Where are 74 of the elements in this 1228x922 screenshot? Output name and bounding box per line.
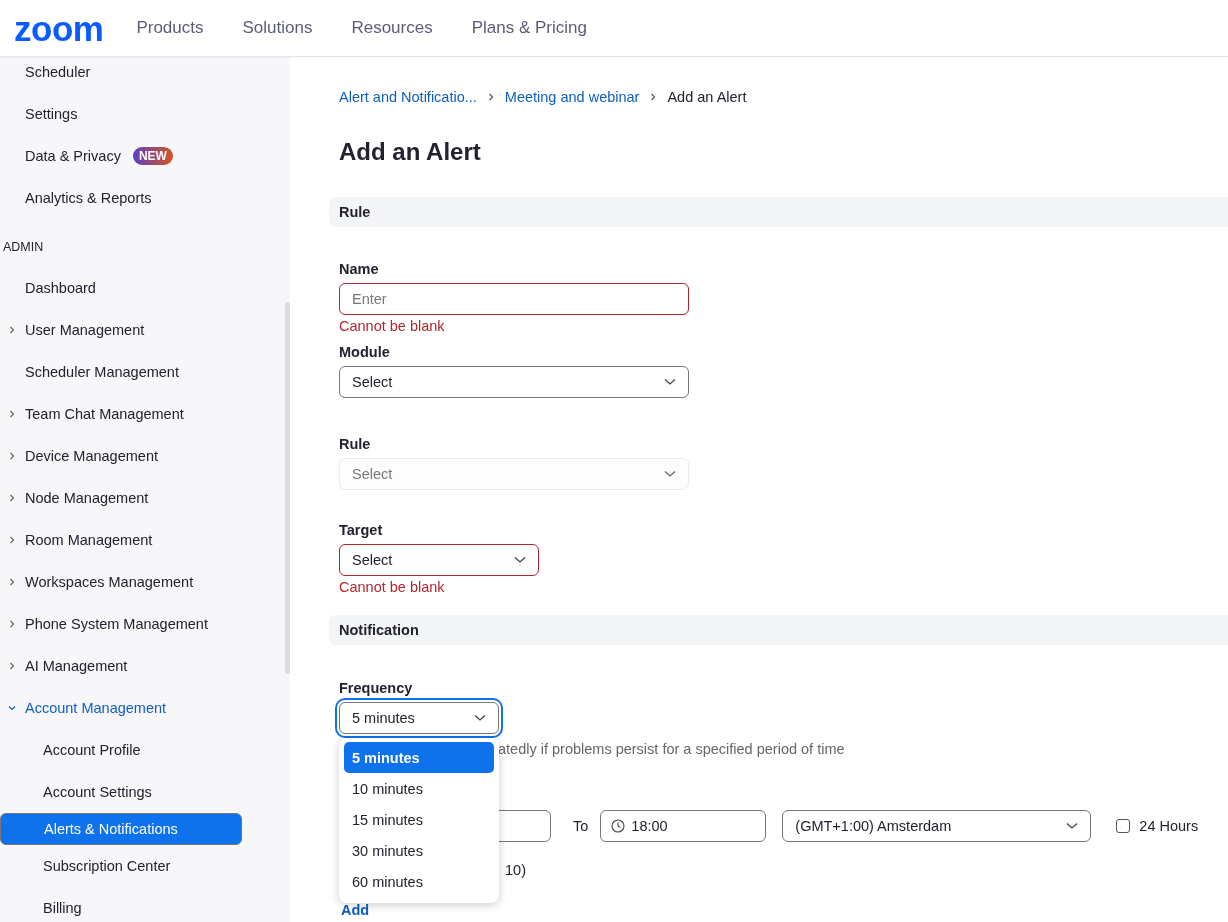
sidebar-item[interactable]: Dashboard [0, 267, 285, 309]
sidebar-item[interactable]: Scheduler Management [0, 351, 285, 393]
sidebar-item[interactable]: Account Settings [0, 771, 285, 813]
sidebar-heading: ADMIN [2, 239, 45, 256]
field-label: Rule [339, 436, 372, 452]
caret-icon [1066, 822, 1079, 830]
chevron-icon [8, 536, 16, 544]
sidebar-item[interactable]: Room Management [0, 519, 285, 561]
nav-link[interactable]: Plans & Pricing [471, 18, 587, 38]
field-label: Frequency [339, 680, 414, 696]
to-label: To [573, 818, 589, 834]
nav-link[interactable]: Solutions [242, 18, 313, 38]
sidebar-item[interactable]: Account Management [0, 687, 285, 729]
chevron-icon [8, 326, 16, 334]
sidebar-item[interactable]: Billing [0, 887, 285, 922]
dropdown-option[interactable]: 5 minutes [344, 742, 494, 773]
limit-text: 10) [505, 862, 527, 878]
chevron-icon [8, 704, 16, 712]
chevron-icon [8, 410, 16, 418]
field-label: Name [339, 261, 380, 277]
sidebar-item[interactable]: Account Profile [0, 729, 285, 771]
sidebar-item[interactable]: Scheduler [0, 57, 285, 93]
caret-icon [474, 714, 486, 722]
breadcrumb-link[interactable]: Alert and Notificatio... [339, 89, 477, 105]
sidebar-item[interactable]: Workspaces Management [0, 561, 285, 603]
dropdown-option[interactable]: 15 minutes [344, 804, 494, 835]
chevron-icon [8, 620, 16, 628]
caret-icon [664, 378, 676, 386]
chevron-icon [8, 494, 16, 502]
checkbox[interactable] [1116, 819, 1131, 833]
sidebar-item[interactable]: Subscription Center [0, 845, 285, 887]
sidebar-item[interactable]: Team Chat Management [0, 393, 285, 435]
chevron-icon [8, 662, 16, 670]
error-message: Cannot be blank [339, 579, 446, 595]
name-input[interactable]: Enter [339, 283, 689, 315]
chevron-icon [8, 578, 16, 586]
dropdown-option[interactable]: 60 minutes [344, 866, 494, 897]
error-message: Cannot be blank [339, 318, 446, 334]
breadcrumb-link[interactable]: Meeting and webinar [504, 89, 640, 105]
chevron-icon [8, 452, 16, 460]
sidebar-item[interactable]: Alerts & Notifications [0, 813, 242, 845]
sidebar-item[interactable]: Settings [0, 93, 285, 135]
dropdown-option[interactable]: 10 minutes [344, 773, 494, 804]
field-label: Target [339, 522, 384, 538]
chevron-icon [486, 93, 495, 101]
page-title: Add an Alert [339, 138, 482, 166]
sidebar-item[interactable]: Node Management [0, 477, 285, 519]
nav-link[interactable]: Resources [351, 18, 433, 38]
timezone-select[interactable]: (GMT+1:00) Amsterdam [782, 810, 1092, 842]
caret-icon [514, 556, 526, 564]
sidebar-item[interactable]: Phone System Management [0, 603, 285, 645]
breadcrumb-current: Add an Alert [667, 89, 747, 105]
select-dropdown[interactable]: Select [339, 544, 539, 576]
section-header: Rule [329, 197, 1228, 227]
caret-icon [664, 470, 676, 478]
sidebar-item[interactable]: Device Management [0, 435, 285, 477]
new-badge: NEW [132, 147, 173, 165]
nav-link[interactable]: Products [136, 18, 204, 38]
sidebar-item[interactable]: AI Management [0, 645, 285, 687]
time-input[interactable]: 18:00 [600, 810, 767, 842]
dropdown-option[interactable]: 30 minutes [344, 835, 494, 866]
checkbox-label: 24 Hours [1139, 818, 1199, 834]
scrollbar[interactable] [285, 302, 290, 674]
description-text: atedly if problems persist for a specified period of time [498, 741, 846, 757]
field-label: Module [339, 344, 391, 360]
add-link[interactable]: Add [341, 902, 370, 918]
sidebar-item[interactable]: Analytics & Reports [0, 177, 285, 219]
sidebar-item[interactable]: Data & Privacy NEW [0, 135, 285, 177]
clock-icon [611, 819, 626, 833]
chevron-icon [649, 93, 658, 101]
section-header: Notification [329, 615, 1228, 645]
zoom-logo[interactable]: zoom [14, 10, 104, 46]
sidebar-item[interactable]: User Management [0, 309, 285, 351]
select-dropdown[interactable]: Select [339, 366, 689, 398]
